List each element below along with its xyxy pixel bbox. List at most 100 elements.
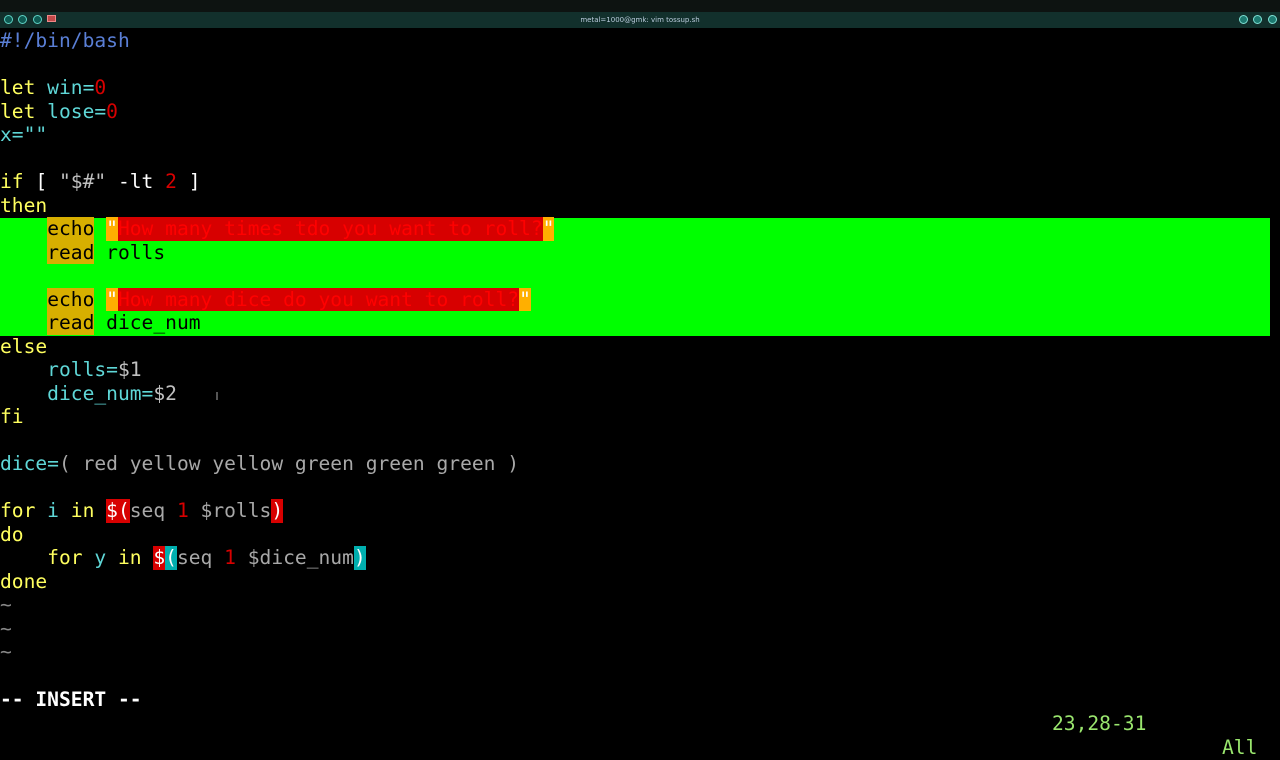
vim-editor-buffer[interactable]: #!/bin/bash let win=0 let lose=0 x="" if [ "…	[0, 29, 1280, 664]
code-token: seq	[176, 546, 225, 569]
code-token: dice=	[0, 452, 59, 475]
code-token: read	[47, 311, 95, 335]
code-token: $2	[153, 381, 177, 405]
code-token: "$#"	[58, 170, 107, 193]
code-line[interactable]	[0, 264, 1280, 288]
code-token: How many dice do you want to roll?	[117, 287, 520, 311]
code-token: ~	[0, 593, 12, 616]
code-token: for	[0, 546, 83, 569]
code-line[interactable]: rolls=$1	[0, 358, 1280, 382]
code-line[interactable]: dice=( red yellow yellow green green gre…	[0, 452, 1280, 476]
code-token: let	[0, 99, 36, 123]
code-token: let	[0, 76, 36, 99]
code-line[interactable]: for i in $(seq 1 $rolls)	[0, 499, 1280, 523]
code-token: $rolls	[188, 499, 272, 522]
code-token: i	[35, 499, 71, 522]
code-line[interactable]: fi	[0, 405, 1280, 429]
code-token: do	[0, 522, 24, 546]
code-token: fi	[0, 405, 24, 428]
code-line[interactable]: echo "How many dice do you want to roll?…	[0, 287, 1280, 312]
code-line[interactable]	[0, 476, 1280, 500]
code-token: 0	[94, 76, 107, 99]
code-line[interactable]: echo "How many times tdo you want to rol…	[0, 217, 1280, 241]
code-line[interactable]: do	[0, 523, 1280, 547]
code-token: ( red yellow yellow green green green )	[58, 452, 520, 475]
code-token: 0	[106, 99, 118, 123]
code-token: )	[353, 546, 366, 570]
code-token: win=	[35, 76, 95, 99]
code-line[interactable]: else	[0, 335, 1280, 359]
code-token: $(	[106, 499, 130, 523]
window-title: metal=1000@gmk: vim tossup.sh	[580, 16, 700, 24]
code-token: "	[542, 217, 555, 241]
code-token: read	[47, 240, 95, 264]
code-token: -lt	[106, 170, 166, 193]
code-token: y	[82, 546, 118, 569]
code-line[interactable]: ~	[0, 640, 1280, 664]
code-token: rolls=	[0, 358, 118, 381]
code-token: (	[165, 546, 177, 570]
code-token: #!/bin/bash	[0, 29, 130, 52]
scroll-position: All	[1222, 736, 1258, 759]
code-line[interactable]: #!/bin/bash	[0, 29, 1280, 53]
code-token: done	[0, 569, 48, 593]
code-token: "	[106, 217, 118, 241]
code-token: then	[0, 193, 48, 217]
code-line[interactable]: if [ "$#" -lt 2 ]	[0, 170, 1280, 194]
mouse-cursor-icon	[216, 392, 218, 400]
close-icon[interactable]	[1268, 15, 1277, 24]
maximize-icon[interactable]	[1253, 15, 1262, 24]
code-token: "	[519, 287, 531, 311]
code-token: dice_num	[94, 311, 201, 334]
code-token: "	[106, 287, 118, 311]
code-token: rolls	[94, 240, 166, 264]
code-line[interactable]: dice_num=$2	[0, 382, 1280, 406]
code-token: seq	[129, 499, 177, 522]
code-token: $dice_num	[235, 546, 354, 569]
code-token: echo	[47, 217, 95, 241]
code-token: echo	[47, 287, 95, 311]
code-line[interactable]: then	[0, 194, 1280, 218]
code-token: ]	[176, 170, 201, 193]
code-token: )	[271, 499, 284, 523]
minimize-icon[interactable]	[1239, 15, 1248, 24]
code-line[interactable]: let win=0	[0, 76, 1280, 100]
code-token: x=""	[0, 123, 48, 146]
code-line[interactable]: for y in $(seq 1 $dice_num)	[0, 546, 1280, 570]
code-line[interactable]: read dice_num	[0, 311, 1280, 335]
code-line[interactable]: done	[0, 570, 1280, 594]
code-token: 2	[165, 170, 177, 193]
code-line[interactable]: x=""	[0, 123, 1280, 147]
vim-status-line: -- INSERT -- 23,28-31 All	[0, 664, 1280, 759]
code-line[interactable]	[0, 53, 1280, 77]
code-line[interactable]	[0, 147, 1280, 171]
code-token: in	[70, 499, 95, 522]
code-line[interactable]: let lose=0	[0, 100, 1280, 124]
code-token: How many times tdo you want to roll?	[117, 217, 543, 241]
code-token: for	[0, 499, 36, 522]
mode-indicator: -- INSERT --	[0, 688, 142, 711]
code-token: if	[0, 170, 24, 193]
code-token: ~	[0, 616, 12, 640]
code-token: $1	[117, 358, 142, 381]
code-line[interactable]	[0, 429, 1280, 453]
code-token: [	[23, 170, 59, 193]
cursor-ruler: 23,28-31	[1052, 712, 1147, 735]
code-token: in	[117, 546, 142, 569]
code-line[interactable]: ~	[0, 593, 1280, 617]
code-token: $	[153, 546, 166, 570]
window-titlebar: metal=1000@gmk: vim tossup.sh	[0, 0, 1280, 28]
code-token: lose=	[35, 99, 107, 123]
code-token: 1	[176, 499, 189, 522]
code-line[interactable]: ~	[0, 617, 1280, 641]
code-token: else	[0, 334, 48, 358]
code-line[interactable]: read rolls	[0, 240, 1280, 265]
